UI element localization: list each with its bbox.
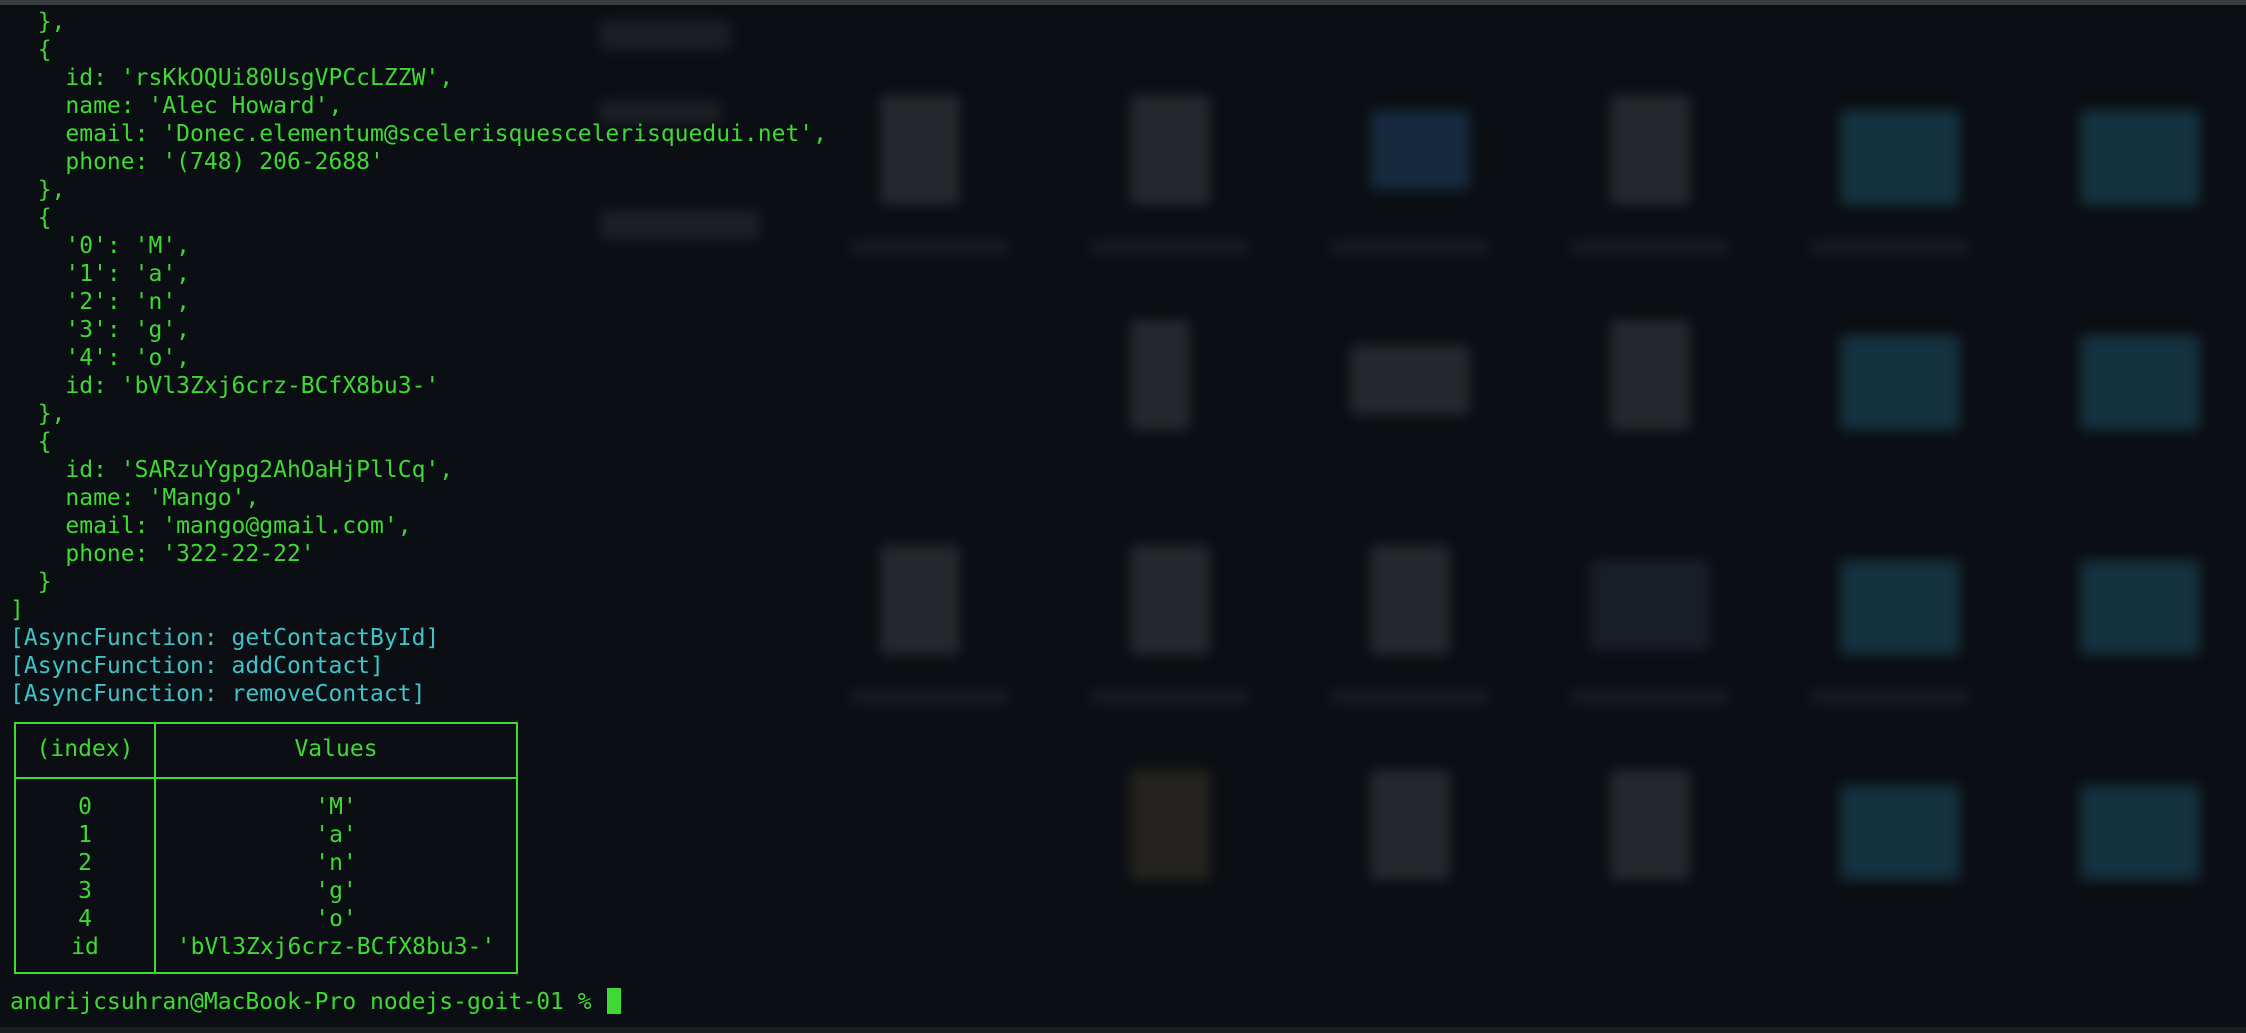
table-cell-index: 0 bbox=[78, 794, 92, 820]
function-output-line: [AsyncFunction: removeContact] bbox=[10, 681, 426, 707]
table-header-divider bbox=[16, 777, 516, 779]
output-line: '1': 'a', bbox=[10, 261, 191, 287]
terminal-window: }, { id: 'rsKkOQUi80UsgVPCcLZZW', name: … bbox=[0, 0, 2246, 1033]
output-line: email: 'Donec.elementum@scelerisquescele… bbox=[10, 121, 827, 147]
table-cell-value: 'a' bbox=[315, 822, 357, 848]
table-cell-index: id bbox=[71, 934, 99, 960]
table-cell-index: 4 bbox=[78, 906, 92, 932]
output-line: id: 'rsKkOQUi80UsgVPCcLZZW', bbox=[10, 65, 454, 91]
output-line: { bbox=[10, 205, 52, 231]
shell-prompt[interactable]: andrijcsuhran@MacBook-Pro nodejs-goit-01… bbox=[10, 988, 622, 1016]
output-line: id: 'SARzuYgpg2AhOaHjPllCq', bbox=[10, 457, 454, 483]
table-cell-index: 2 bbox=[78, 850, 92, 876]
function-output-line: [AsyncFunction: getContactById] bbox=[10, 625, 440, 651]
output-line: email: 'mango@gmail.com', bbox=[10, 513, 412, 539]
output-line: '3': 'g', bbox=[10, 317, 191, 343]
output-line: ] bbox=[10, 597, 24, 623]
table-cell-value: 'g' bbox=[315, 878, 357, 904]
output-line: name: 'Mango', bbox=[10, 485, 260, 511]
function-output-line: [AsyncFunction: addContact] bbox=[10, 653, 384, 679]
table-header-index: (index) bbox=[36, 736, 134, 762]
output-line: '4': 'o', bbox=[10, 345, 191, 371]
output-line: name: 'Alec Howard', bbox=[10, 93, 343, 119]
table-header-values: Values bbox=[294, 736, 378, 762]
prompt-text: andrijcsuhran@MacBook-Pro nodejs-goit-01… bbox=[10, 989, 606, 1015]
text-cursor bbox=[607, 988, 622, 1014]
output-line: phone: '322-22-22' bbox=[10, 541, 315, 567]
output-line: } bbox=[10, 569, 52, 595]
output-line: id: 'bVl3Zxj6crz-BCfX8bu3-' bbox=[10, 373, 440, 399]
output-line: }, bbox=[10, 9, 66, 35]
table-cell-value: 'n' bbox=[315, 850, 357, 876]
output-line: { bbox=[10, 37, 52, 63]
output-line: phone: '(748) 206-2688' bbox=[10, 149, 384, 175]
console-table: (index) Values 0 'M' 1 'a' 2 'n' 3 'g' 4… bbox=[14, 722, 518, 974]
output-line: '2': 'n', bbox=[10, 289, 191, 315]
table-cell-value: 'bVl3Zxj6crz-BCfX8bu3-' bbox=[176, 934, 496, 960]
output-line: }, bbox=[10, 177, 66, 203]
table-cell-index: 1 bbox=[78, 822, 92, 848]
table-cell-value: 'o' bbox=[315, 906, 357, 932]
terminal-output: }, { id: 'rsKkOQUi80UsgVPCcLZZW', name: … bbox=[0, 0, 2246, 1033]
output-line: }, bbox=[10, 401, 66, 427]
table-cell-value: 'M' bbox=[315, 794, 357, 820]
window-bottom-edge bbox=[0, 1027, 2246, 1033]
table-cell-index: 3 bbox=[78, 878, 92, 904]
output-line: { bbox=[10, 429, 52, 455]
output-line: '0': 'M', bbox=[10, 233, 191, 259]
